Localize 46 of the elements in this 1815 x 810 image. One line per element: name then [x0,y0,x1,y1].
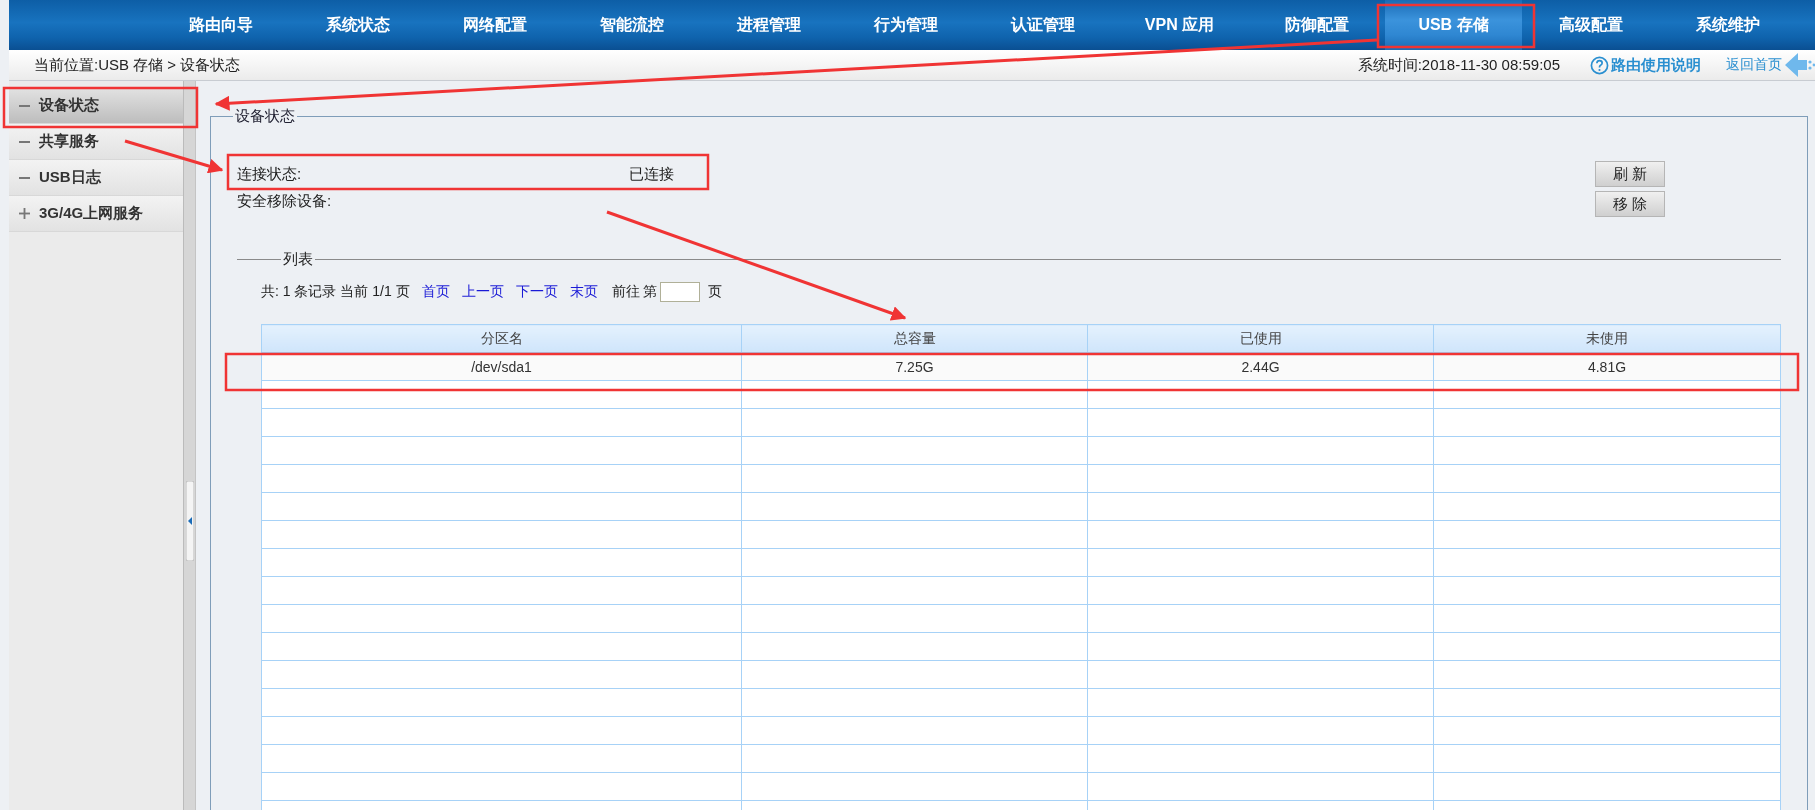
page-link[interactable]: 末页 [569,283,598,301]
nav-tab[interactable]: 路由向导 [152,0,289,50]
nav-tab[interactable]: 系统状态 [289,0,426,50]
help-icon [1590,55,1609,75]
action-button[interactable]: 刷 新 [1595,161,1665,187]
field-value: 已连接 [629,165,674,184]
nav-tab[interactable]: 高级配置 [1522,0,1659,50]
home-link[interactable]: 返回首页 [1726,56,1782,74]
nav-tab[interactable]: 防御配置 [1248,0,1385,50]
page-link[interactable]: 下一页 [515,283,558,301]
sidebar-item[interactable]: 设备状态 [9,88,184,124]
system-time: 系统时间:2018-11-30 08:59:05 [1357,55,1560,75]
sidebar-item[interactable]: 3G/4G上网服务 [9,196,184,232]
nav-tab[interactable]: 进程管理 [700,0,837,50]
goto-suffix: 页 [708,283,723,301]
minus-icon [19,104,30,107]
nav-tab[interactable]: 网络配置 [426,0,563,50]
nav-tab[interactable]: VPN 应用 [1111,0,1248,50]
record-summary: 共: 1 条记录 当前 1/1 页 [261,283,410,301]
sidebar-item[interactable]: USB日志 [9,160,184,196]
panel-title: 设备状态 [234,107,296,126]
column-header: 总容量 [741,324,1088,353]
nav-tab[interactable]: 系统维护 [1659,0,1796,50]
action-button[interactable]: 移 除 [1595,191,1665,217]
page-link[interactable]: 上一页 [461,283,504,301]
page-link[interactable]: 首页 [421,283,450,301]
field-label: 连接状态: [237,165,303,184]
breadcrumb: 当前位置:USB 存储 > 设备状态 [34,55,242,75]
goto-label: 前往 第 [611,283,658,301]
page-input[interactable] [660,282,701,302]
minus-icon [19,140,30,143]
column-header: 分区名 [261,324,742,353]
nav-tab[interactable]: 智能流控 [563,0,700,50]
field-label: 安全移除设备: [237,192,333,211]
plus-icon [19,208,30,219]
help-link[interactable]: 路由使用说明 [1590,55,1701,75]
sidebar-item[interactable]: 共享服务 [9,124,184,160]
nav-tab[interactable]: USB 存储 [1385,0,1522,50]
nav-tab[interactable]: 行为管理 [837,0,974,50]
minus-icon [19,176,30,179]
column-header: 已使用 [1087,324,1434,353]
column-header: 未使用 [1433,324,1781,353]
collapse-handle[interactable] [185,481,194,561]
section-title: 列表 [282,250,314,269]
nav-tab[interactable]: 认证管理 [974,0,1111,50]
back-arrow-icon[interactable] [1785,52,1815,78]
